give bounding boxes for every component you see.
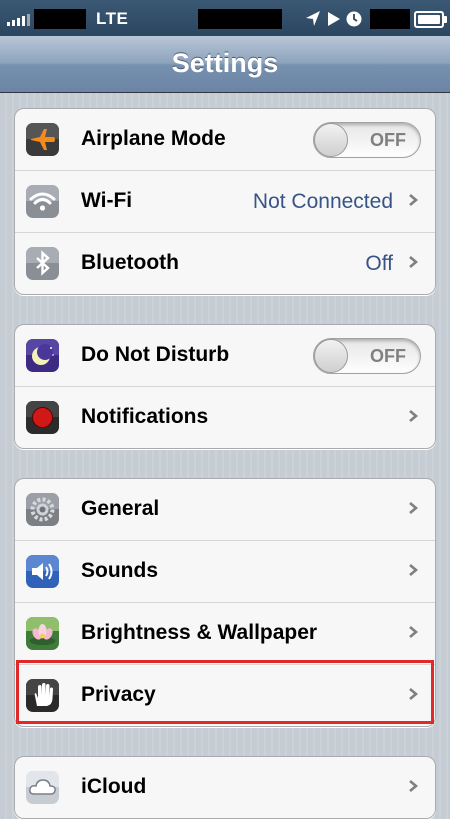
settings-row-sounds[interactable]: Sounds [15,540,435,602]
bluetooth-icon [26,247,59,280]
settings-row-general[interactable]: General [15,479,435,540]
toggle-knob [314,339,348,373]
airplane-mode-toggle[interactable]: OFF [313,122,421,158]
settings-row-icloud[interactable]: iCloud [15,757,435,818]
settings-row-notifications[interactable]: Notifications [15,386,435,448]
page-title: Settings [171,48,279,78]
chevron-right-icon [409,780,419,792]
chevron-right-icon [409,626,419,638]
settings-row-label: Brightness & Wallpaper [81,621,318,644]
settings-row-label: Notifications [81,405,209,428]
settings-group-connectivity: Airplane Mode OFF Wi-Fi Not Connected Bl… [14,108,436,295]
toggle-knob [314,123,348,157]
settings-row-label: Airplane Mode [81,127,226,150]
clock-icon [346,11,362,27]
settings-row-label: General [81,497,160,520]
cloud-icon [26,771,59,804]
chevron-right-icon [409,502,419,514]
settings-row-label: Wi-Fi [81,189,133,212]
redacted-carrier [34,9,86,29]
settings-row-label: Do Not Disturb [81,343,230,366]
chevron-right-icon [409,564,419,576]
bluetooth-status-value: Off [365,252,393,275]
chevron-right-icon [409,256,419,268]
settings-group-alerts: Do Not Disturb OFF Notifications [14,324,436,449]
redacted-battery-percent [370,9,410,29]
navigation-bar: Settings [0,36,450,93]
location-arrow-icon [306,11,320,26]
toggle-state-label: OFF [370,130,406,150]
settings-row-label: iCloud [81,775,147,798]
play-icon [328,12,340,26]
settings-row-wifi[interactable]: Wi-Fi Not Connected [15,170,435,232]
wifi-status-value: Not Connected [252,190,393,213]
gear-icon [26,493,59,526]
status-bar: LTE [0,0,450,36]
flower-icon [26,617,59,650]
signal-bars-icon [7,14,30,26]
redacted-time [198,9,282,29]
do-not-disturb-toggle[interactable]: OFF [313,338,421,374]
privacy-highlight-box [16,660,434,724]
status-icons [306,11,362,27]
wifi-icon [26,185,59,218]
toggle-state-label: OFF [370,346,406,366]
battery-icon [414,11,447,28]
settings-row-bluetooth[interactable]: Bluetooth Off [15,232,435,294]
speaker-icon [26,555,59,588]
settings-row-label: Sounds [81,559,158,582]
chevron-right-icon [409,194,419,206]
chevron-right-icon [409,410,419,422]
network-type: LTE [96,9,129,28]
airplane-icon [26,123,59,156]
settings-row-do-not-disturb: Do Not Disturb OFF [15,325,435,386]
settings-row-brightness-wallpaper[interactable]: Brightness & Wallpaper [15,602,435,664]
settings-row-label: Bluetooth [81,251,179,274]
settings-group-accounts: iCloud [14,756,436,819]
moon-icon [26,339,59,372]
notifications-icon [26,401,59,434]
settings-row-airplane-mode: Airplane Mode OFF [15,109,435,170]
